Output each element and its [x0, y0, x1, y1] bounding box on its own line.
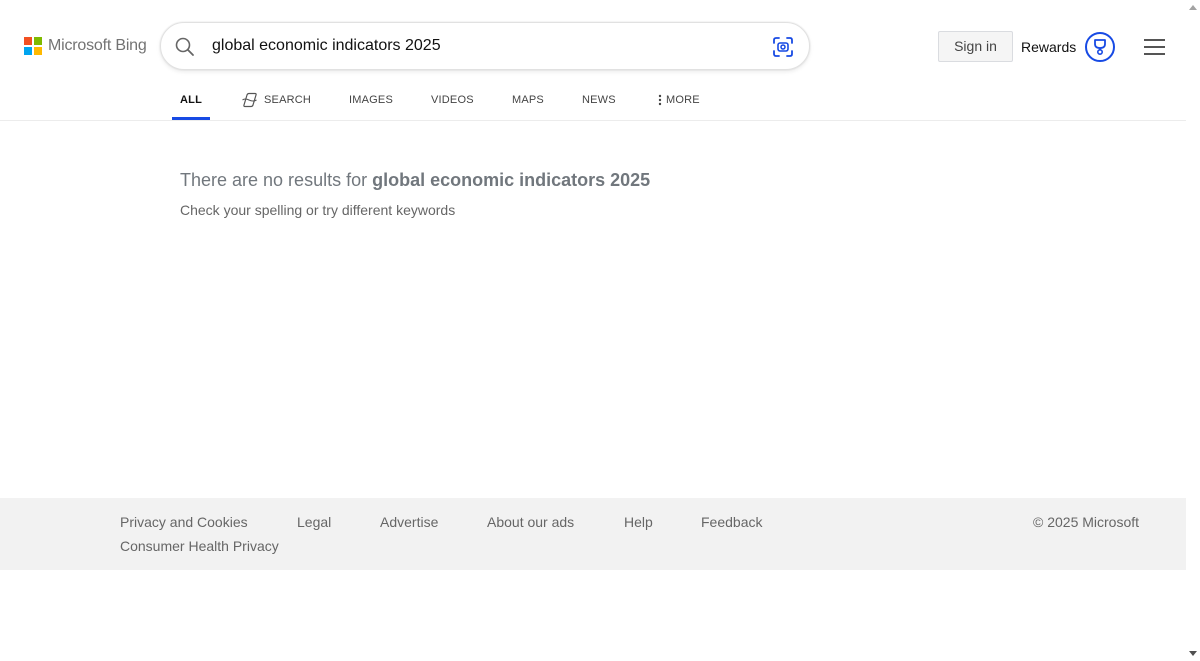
vertical-scrollbar[interactable] — [1186, 0, 1200, 661]
tab-all[interactable]: ALL — [172, 80, 210, 120]
footer-link-privacy[interactable]: Privacy and Cookies — [120, 514, 248, 530]
search-box — [160, 22, 810, 70]
tab-maps[interactable]: MAPS — [512, 80, 544, 120]
microsoft-logo-icon — [24, 37, 42, 55]
menu-line — [1144, 46, 1165, 48]
footer-link-help[interactable]: Help — [624, 514, 653, 530]
footer-link-consumer-health[interactable]: Consumer Health Privacy — [120, 538, 279, 554]
no-results-query: global economic indicators 2025 — [372, 170, 651, 190]
rewards-button[interactable]: Rewards — [1021, 31, 1116, 62]
logo-square-red — [24, 37, 32, 45]
search-tabs: ALL SEARCH IMAGES VIDEOS MAPS NEWS MORE — [0, 80, 1186, 121]
no-results-message: There are no results for global economic… — [180, 170, 650, 218]
tab-search[interactable]: SEARCH — [241, 80, 311, 120]
logo-square-green — [34, 37, 42, 45]
tab-label: ALL — [180, 94, 202, 106]
bing-logo[interactable]: Microsoft Bing — [24, 37, 147, 55]
tab-more[interactable]: MORE — [658, 80, 700, 120]
tab-label: NEWS — [582, 94, 616, 106]
no-results-prefix: There are no results for — [180, 170, 373, 190]
logo-square-blue — [24, 47, 32, 55]
header: Microsoft Bing Sign — [0, 0, 1186, 90]
scroll-down-arrow-icon[interactable] — [1189, 651, 1197, 656]
tab-images[interactable]: IMAGES — [349, 80, 393, 120]
tab-label: VIDEOS — [431, 94, 474, 106]
bing-results-page: Microsoft Bing Sign — [0, 0, 1186, 661]
vertical-dots-icon — [658, 94, 662, 106]
tab-label: MORE — [666, 94, 700, 106]
hamburger-menu-icon[interactable] — [1144, 38, 1166, 56]
copilot-icon — [241, 92, 258, 108]
logo-text: Microsoft Bing — [48, 37, 147, 54]
footer-link-feedback[interactable]: Feedback — [701, 514, 762, 530]
sign-in-button[interactable]: Sign in — [938, 31, 1013, 62]
search-icon[interactable] — [174, 36, 196, 58]
tab-label: IMAGES — [349, 94, 393, 106]
tab-label: SEARCH — [264, 94, 312, 106]
tab-videos[interactable]: VIDEOS — [431, 80, 474, 120]
trophy-icon — [1085, 31, 1116, 62]
camera-search-icon[interactable] — [772, 36, 794, 58]
menu-line — [1144, 39, 1165, 41]
rewards-label: Rewards — [1021, 38, 1077, 55]
search-input[interactable] — [212, 33, 752, 59]
tab-news[interactable]: NEWS — [582, 80, 616, 120]
footer: Privacy and Cookies Legal Advertise Abou… — [0, 498, 1186, 570]
copyright-text: © 2025 Microsoft — [1033, 514, 1140, 530]
footer-link-legal[interactable]: Legal — [297, 514, 331, 530]
footer-link-about-ads[interactable]: About our ads — [487, 514, 574, 530]
no-results-hint: Check your spelling or try different key… — [180, 202, 456, 218]
menu-line — [1144, 53, 1165, 55]
no-results-title: There are no results for global economic… — [180, 170, 650, 191]
tab-label: MAPS — [512, 94, 544, 106]
footer-link-advertise[interactable]: Advertise — [380, 514, 438, 530]
scroll-up-arrow-icon[interactable] — [1189, 5, 1197, 10]
logo-square-yellow — [34, 47, 42, 55]
